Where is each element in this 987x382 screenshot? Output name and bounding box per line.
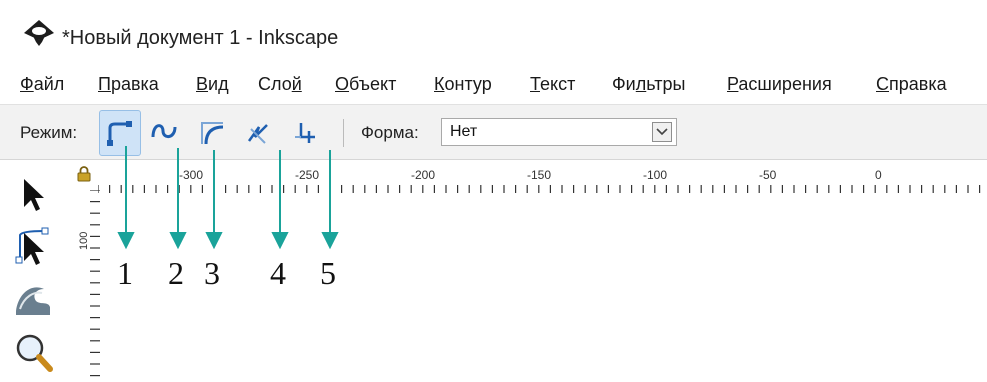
bezier-mode-button[interactable]	[99, 110, 141, 156]
toolbar-separator	[343, 119, 344, 147]
menu-object[interactable]: Объект	[335, 74, 396, 95]
lock-icon[interactable]	[76, 166, 92, 182]
ruler-label: -150	[527, 168, 551, 182]
shape-dropdown[interactable]: Нет	[441, 118, 677, 146]
title-bar: *Новый документ 1 - Inkscape	[0, 0, 987, 60]
zoom-magnifier-icon[interactable]	[10, 329, 56, 375]
mode-label: Режим:	[20, 123, 78, 142]
menu-view[interactable]: Вид	[196, 74, 229, 95]
inkscape-logo-icon	[24, 20, 54, 46]
paraxial-mode-button[interactable]	[286, 110, 326, 154]
ruler-label: -200	[411, 168, 435, 182]
toolbox	[0, 163, 70, 382]
bspline-mode-button[interactable]	[192, 110, 232, 154]
window-title: *Новый документ 1 - Inkscape	[62, 27, 339, 49]
menu-path[interactable]: Контур	[434, 74, 492, 95]
callout-number-5: 5	[320, 255, 336, 291]
zigzag-mode-icon	[247, 124, 268, 144]
callout-number-4: 4	[270, 255, 286, 291]
shape-dropdown-value: Нет	[450, 123, 478, 140]
chevron-down-icon[interactable]	[652, 122, 672, 142]
bezier-mode-icon	[107, 121, 132, 146]
tool-controls-bar: Режим: Форма: Нет	[0, 104, 987, 160]
callout-number-1: 1	[117, 255, 133, 291]
zigzag-mode-button[interactable]	[238, 110, 278, 154]
callout-number-2: 2	[168, 255, 184, 291]
menu-text[interactable]: Текст	[530, 74, 575, 95]
menu-layer[interactable]: Слой	[258, 74, 302, 95]
menu-help[interactable]: Справка	[876, 74, 947, 95]
ruler-label: -300	[179, 168, 203, 182]
node-tool-icon[interactable]	[10, 223, 56, 269]
menu-bar: Файл Правка Вид Слой Объект Контур Текст…	[0, 64, 987, 104]
callout-number-3: 3	[204, 255, 220, 291]
shape-label: Форма:	[361, 123, 419, 142]
menu-extensions[interactable]: Расширения	[727, 74, 832, 95]
paraxial-mode-icon	[295, 123, 315, 143]
menu-filters[interactable]: Фильтры	[612, 74, 685, 95]
ruler-label: 100	[78, 232, 90, 250]
ruler-label: -100	[643, 168, 667, 182]
spiro-mode-icon	[151, 124, 177, 138]
ruler-label: 0	[875, 168, 882, 182]
vertical-ruler[interactable]: 100	[76, 190, 100, 382]
bspline-mode-icon	[201, 122, 224, 145]
ruler-label: -250	[295, 168, 319, 182]
menu-file[interactable]: Файл	[20, 74, 64, 95]
ruler-label: -50	[759, 168, 777, 182]
horizontal-ruler[interactable]: -300 -250 -200 -150 -100 -50 0	[98, 163, 987, 193]
tweak-tool-icon[interactable]	[10, 275, 56, 321]
menu-edit[interactable]: Правка	[98, 74, 159, 95]
spiro-mode-button[interactable]	[144, 110, 184, 154]
selector-arrow-icon[interactable]	[10, 173, 56, 219]
